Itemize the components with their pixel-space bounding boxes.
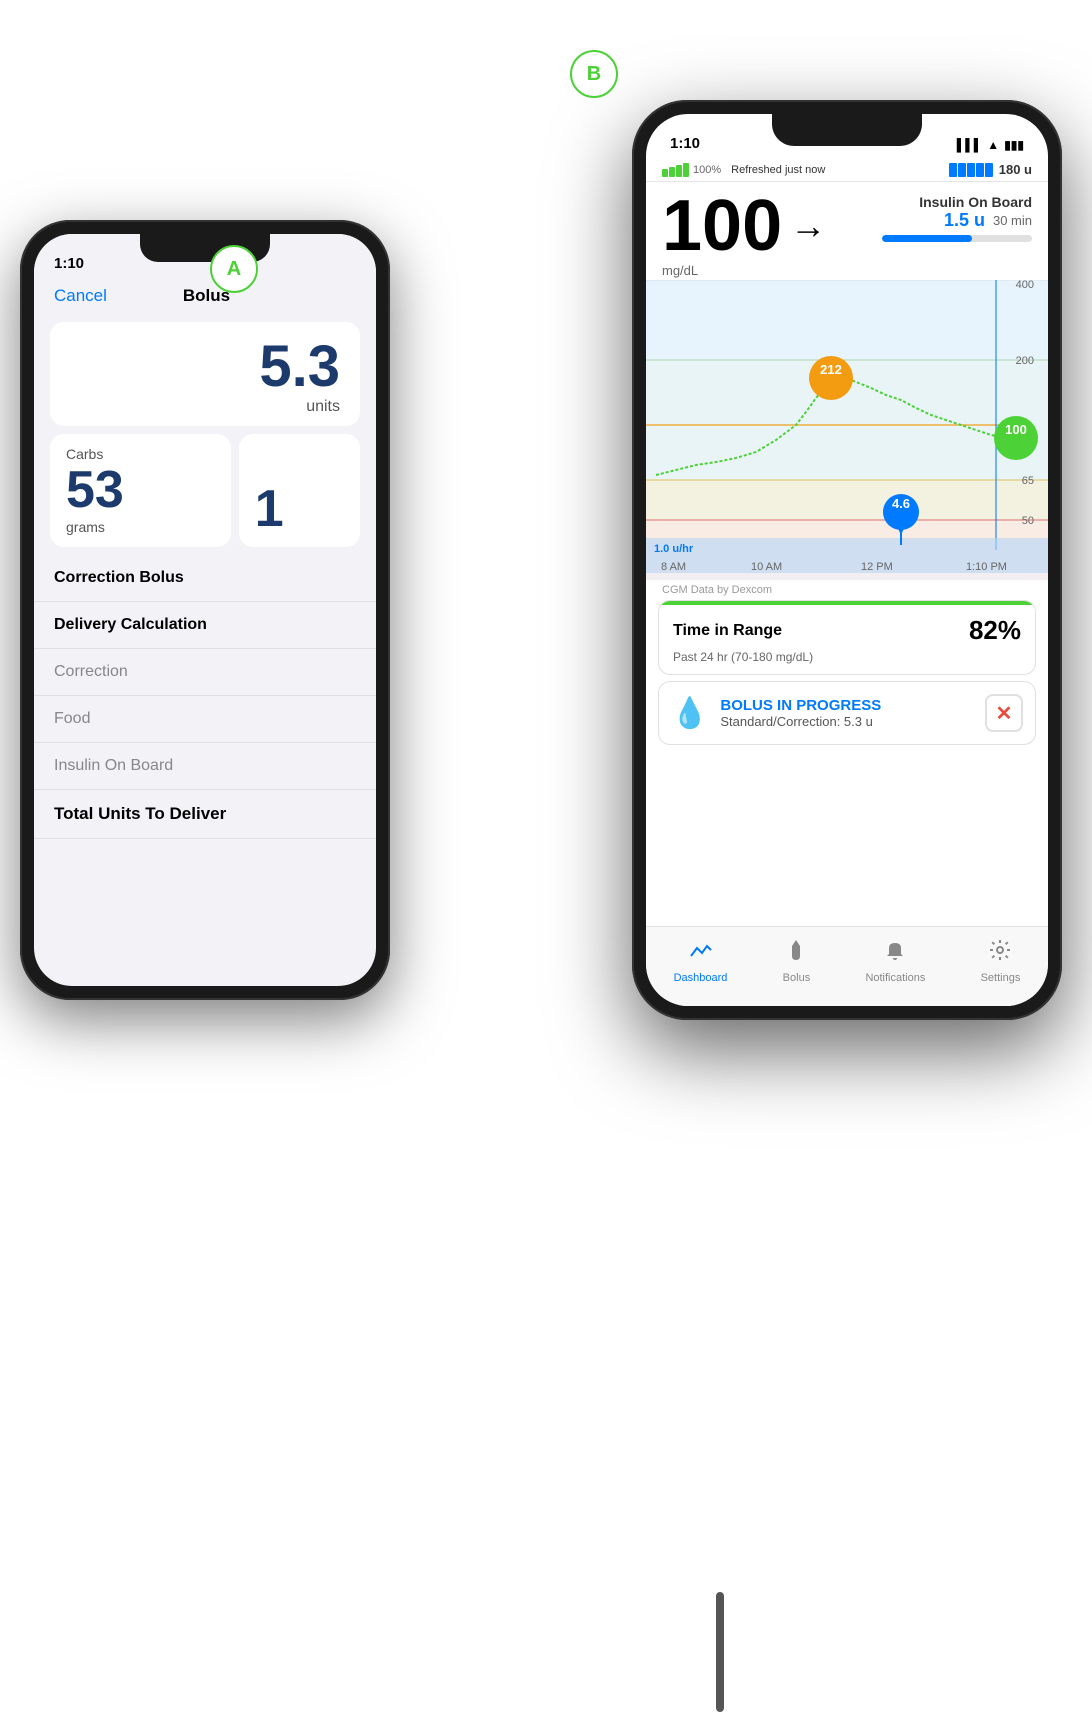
b-header-right: 180 u xyxy=(949,162,1032,177)
b-header-left: 100% Refreshed just now xyxy=(662,163,825,177)
settings-label: Settings xyxy=(981,972,1021,984)
correction-section: Correction xyxy=(34,649,376,696)
svg-text:212: 212 xyxy=(820,362,842,377)
tir-percent: 82% xyxy=(969,615,1021,646)
bolus-value: 5.3 xyxy=(259,338,340,396)
phone-a-screen: 1:10 Cancel Bolus 5.3 units Carbs 53 gra… xyxy=(34,234,376,986)
glucose-iob-row: 100 → mg/dL Insulin On Board 1.5 u 30 mi… xyxy=(646,182,1048,280)
status-icons: ▌▌▌ ▲ ▮▮▮ xyxy=(957,138,1024,152)
glucose-section: 100 → mg/dL xyxy=(662,190,826,280)
glucose-unit: mg/dL xyxy=(662,263,698,278)
glucose-display: 100 → xyxy=(662,190,826,262)
svg-text:4.6: 4.6 xyxy=(892,496,910,511)
phone-a-nav: Cancel Bolus xyxy=(34,278,376,314)
b-header: 100% Refreshed just now 180 u xyxy=(646,158,1048,182)
tir-label: Time in Range xyxy=(673,622,782,640)
bolus-icon xyxy=(784,938,808,969)
green-battery-label: 100% xyxy=(693,164,721,176)
bolus-drop-icon: 💧 xyxy=(671,696,708,731)
dashboard-icon xyxy=(689,938,713,969)
bolus-in-progress-card: 💧 BOLUS IN PROGRESS Standard/Correction:… xyxy=(658,681,1036,745)
units-label: 180 u xyxy=(999,162,1032,177)
nav-title: Bolus xyxy=(107,286,306,306)
tab-settings[interactable]: Settings xyxy=(981,938,1021,984)
glucose-value: 100 xyxy=(662,190,782,262)
tab-dashboard[interactable]: Dashboard xyxy=(674,938,728,984)
svg-text:200: 200 xyxy=(1016,355,1034,367)
carbs-unit: grams xyxy=(66,519,215,535)
chart-svg: 400 200 65 50 212 100 xyxy=(646,280,1048,580)
dashboard-label: Dashboard xyxy=(674,972,728,984)
phone-b-screen: 1:10 ▌▌▌ ▲ ▮▮▮ 100% xyxy=(646,114,1048,1006)
svg-text:100: 100 xyxy=(1005,422,1027,437)
time-in-range-card: Time in Range 82% Past 24 hr (70-180 mg/… xyxy=(658,600,1036,675)
green-battery xyxy=(662,163,689,177)
food-section: Food xyxy=(34,696,376,743)
notifications-label: Notifications xyxy=(865,972,925,984)
charging-cable xyxy=(716,1592,724,1712)
bolus-progress-title: BOLUS IN PROGRESS xyxy=(720,697,881,714)
iob-title: Insulin On Board xyxy=(882,194,1032,210)
svg-text:65: 65 xyxy=(1022,475,1034,487)
cancel-bolus-button[interactable]: ✕ xyxy=(985,694,1023,732)
carbs-value: 53 xyxy=(66,462,215,519)
tir-subtitle: Past 24 hr (70-180 mg/dL) xyxy=(659,650,1035,674)
glucose-chart: 400 200 65 50 212 100 xyxy=(646,280,1048,580)
label-a: A xyxy=(210,245,258,293)
total-units-section: Total Units To Deliver xyxy=(34,790,376,839)
carbs-label: Carbs xyxy=(66,446,215,462)
bg-value: 1 xyxy=(255,483,284,535)
iob-time: 30 min xyxy=(993,213,1032,228)
iob-progress-bar xyxy=(882,235,1032,242)
iob-value: 1.5 u xyxy=(944,210,985,231)
iob-progress-fill xyxy=(882,235,972,242)
pump-indicators: 100% xyxy=(662,163,721,177)
bolus-unit: units xyxy=(306,398,340,416)
refreshed-label: Refreshed just now xyxy=(731,164,825,176)
signal-icon: ▌▌▌ xyxy=(957,138,983,152)
correction-bolus-section: Correction Bolus xyxy=(34,555,376,602)
svg-text:1:10 PM: 1:10 PM xyxy=(966,561,1007,573)
blue-battery xyxy=(949,163,993,177)
bolus-card: 5.3 units xyxy=(50,322,360,426)
cgm-credit: CGM Data by Dexcom xyxy=(646,580,1048,600)
svg-text:50: 50 xyxy=(1022,515,1034,527)
bolus-progress-text: BOLUS IN PROGRESS Standard/Correction: 5… xyxy=(720,697,881,729)
svg-text:10 AM: 10 AM xyxy=(751,561,782,573)
svg-text:400: 400 xyxy=(1016,280,1034,291)
carbs-card[interactable]: Carbs 53 grams xyxy=(50,434,231,547)
settings-icon xyxy=(988,938,1012,969)
iob-details: 1.5 u 30 min xyxy=(882,210,1032,231)
bolus-progress-sub: Standard/Correction: 5.3 u xyxy=(720,714,881,729)
carbs-row: Carbs 53 grams 1 xyxy=(50,434,360,547)
delivery-calculation-section: Delivery Calculation xyxy=(34,602,376,649)
tab-bar: Dashboard Bolus Notifications xyxy=(646,926,1048,1006)
svg-text:1.0 u/hr: 1.0 u/hr xyxy=(654,543,694,555)
bg-card[interactable]: 1 xyxy=(239,434,360,547)
tab-bolus[interactable]: Bolus xyxy=(783,938,811,984)
phone-b: 1:10 ▌▌▌ ▲ ▮▮▮ 100% xyxy=(632,100,1062,1020)
notifications-icon xyxy=(883,938,907,969)
cancel-button[interactable]: Cancel xyxy=(54,286,107,306)
glucose-arrow: → xyxy=(790,205,826,247)
tir-row: Time in Range 82% xyxy=(659,605,1035,650)
battery-icon: ▮▮▮ xyxy=(1004,138,1024,152)
label-b: B xyxy=(570,50,618,98)
iob-section: Insulin On Board xyxy=(34,743,376,790)
iob-section: Insulin On Board 1.5 u 30 min xyxy=(882,190,1032,242)
svg-text:8 AM: 8 AM xyxy=(661,561,686,573)
phone-b-notch xyxy=(772,114,922,146)
svg-text:12 PM: 12 PM xyxy=(861,561,893,573)
phone-a: 1:10 Cancel Bolus 5.3 units Carbs 53 gra… xyxy=(20,220,390,1000)
bolus-label: Bolus xyxy=(783,972,811,984)
tab-notifications[interactable]: Notifications xyxy=(865,938,925,984)
wifi-icon: ▲ xyxy=(987,138,999,152)
